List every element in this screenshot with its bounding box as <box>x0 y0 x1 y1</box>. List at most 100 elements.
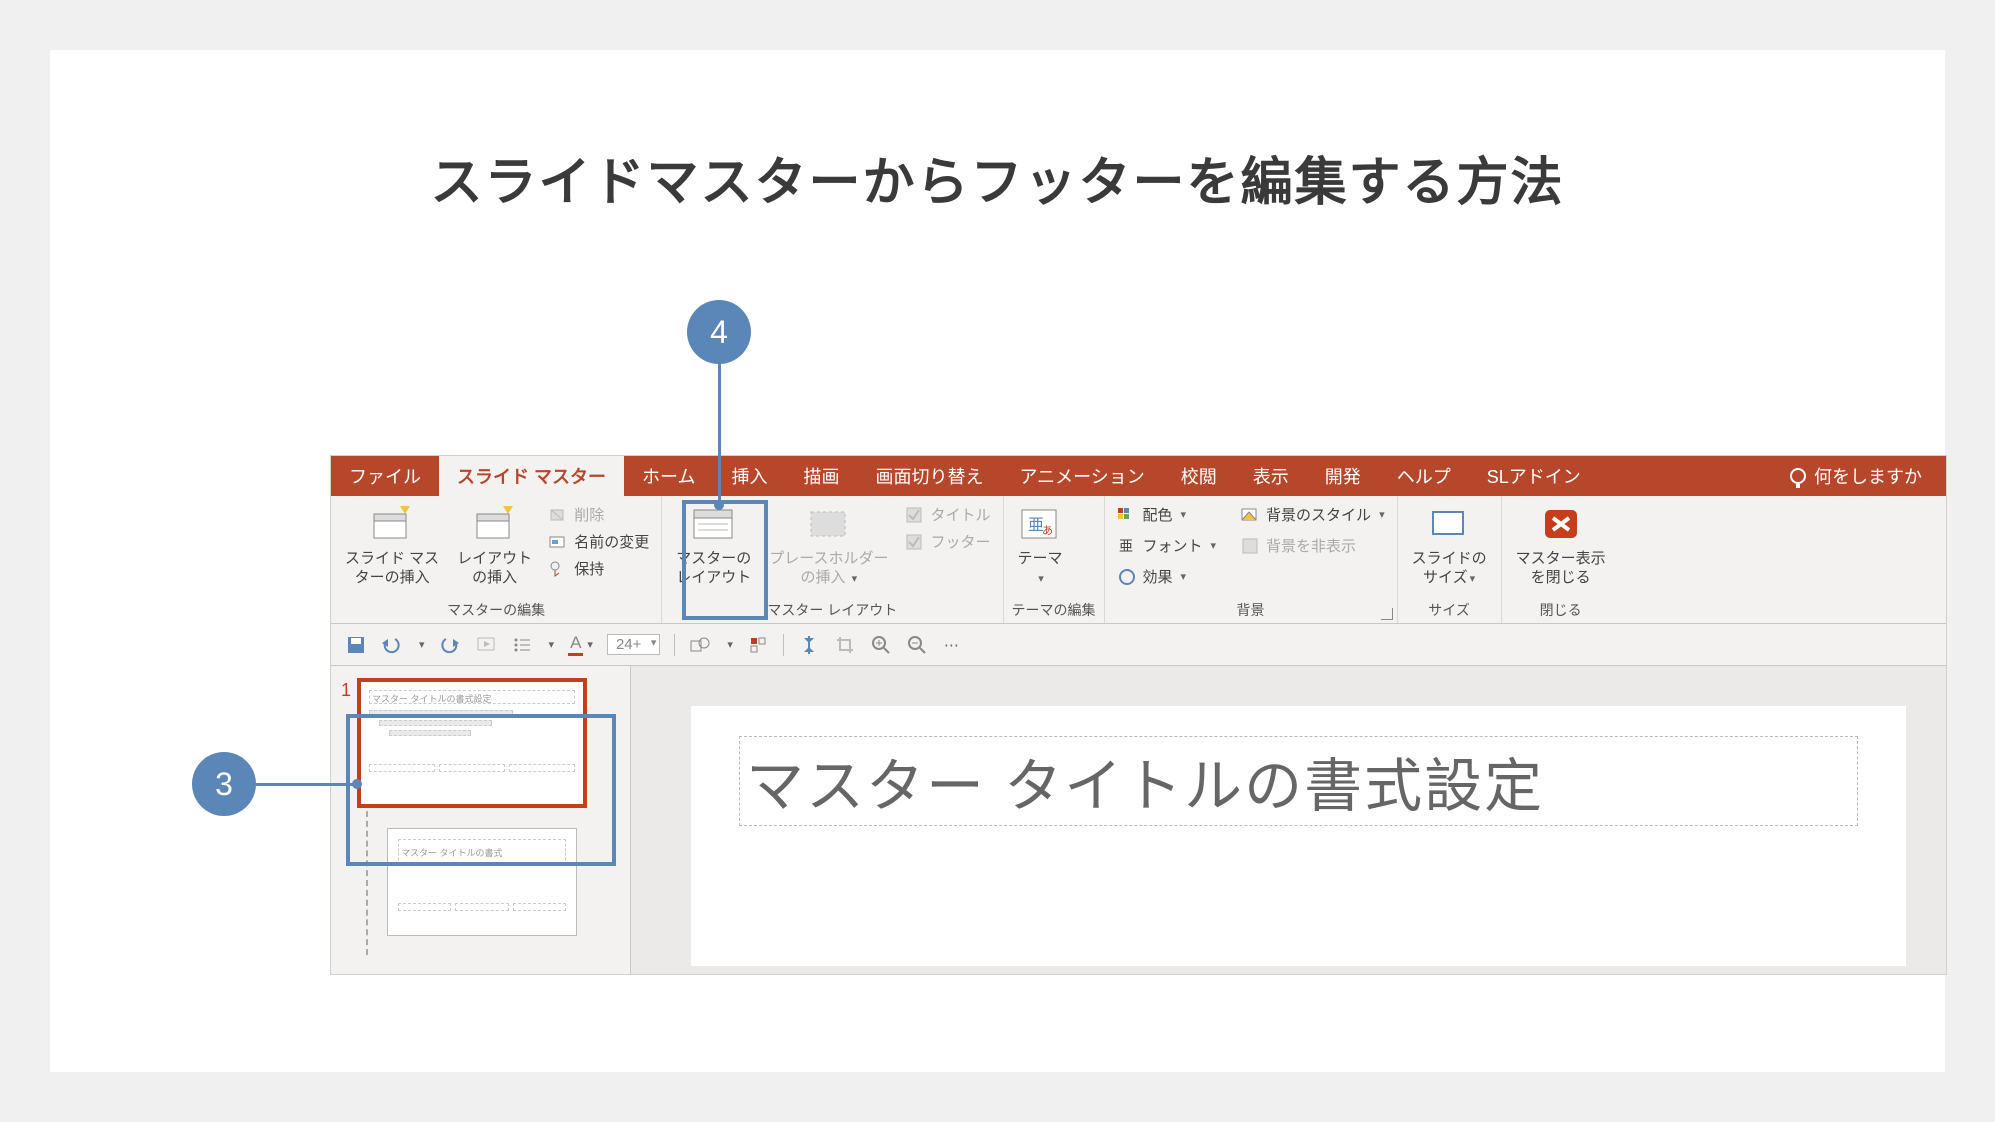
theme-button[interactable]: 亜あ テーマ▾ <box>1012 500 1069 590</box>
tab-help[interactable]: ヘルプ <box>1379 456 1469 496</box>
group-edit-theme-label: テーマの編集 <box>1012 598 1096 623</box>
tab-home[interactable]: ホーム <box>624 456 713 496</box>
fonts-label: フォント <box>1143 535 1203 556</box>
bg-styles-label: 背景のスタイル <box>1266 504 1371 525</box>
start-slideshow-icon <box>475 634 497 656</box>
section-icon[interactable] <box>747 634 769 656</box>
undo-icon[interactable] <box>381 634 403 656</box>
thumbnail-pane[interactable]: 1 マスター タイトルの書式設定 マスター タイトルの書 <box>331 666 631 974</box>
placeholder-icon <box>807 502 851 546</box>
theme-icon: 亜あ <box>1018 502 1062 546</box>
tab-sl-addin[interactable]: SLアドイン <box>1469 456 1599 496</box>
colors-button[interactable]: 配色▾ <box>1113 502 1221 527</box>
delete-button: 削除 <box>544 502 653 527</box>
group-master-layout-label: マスター レイアウト <box>670 598 994 623</box>
slide-editor[interactable]: マスター タイトルの書式設定 <box>631 666 1946 974</box>
master-number: 1 <box>341 678 351 808</box>
master-layout-icon <box>692 502 736 546</box>
tab-draw[interactable]: 描画 <box>785 456 857 496</box>
qat-overflow-icon[interactable]: ⋯ <box>944 636 959 654</box>
bg-styles-icon <box>1240 505 1260 525</box>
undo-chevron-icon[interactable]: ▾ <box>419 638 425 651</box>
slide-master-icon <box>370 502 414 546</box>
tell-me-search[interactable]: 何をしますか <box>1766 456 1946 496</box>
insert-placeholder-label: プレースホルダー の挿入 ▾ <box>769 550 888 588</box>
slide-canvas[interactable]: マスター タイトルの書式設定 <box>691 706 1906 966</box>
bullets-chevron-icon[interactable]: ▾ <box>549 638 555 651</box>
powerpoint-window: ファイル スライド マスター ホーム 挿入 描画 画面切り替え アニメーション … <box>330 455 1947 975</box>
bullets-icon[interactable] <box>511 634 533 656</box>
layout-mini-title: マスター タイトルの書式 <box>398 839 566 865</box>
group-master-layout: マスターの レイアウト プレースホルダー の挿入 ▾ タイ <box>662 496 1003 623</box>
group-close: マスター表示 を閉じる 閉じる <box>1502 496 1620 623</box>
callout-3: 3 <box>192 752 256 816</box>
page-heading: スライドマスターからフッターを編集する方法 <box>430 140 1564 215</box>
font-size-combo[interactable]: 24+ <box>607 634 660 655</box>
qat-divider <box>674 634 675 656</box>
tab-file[interactable]: ファイル <box>331 456 439 496</box>
slide-title-placeholder[interactable]: マスター タイトルの書式設定 <box>739 736 1858 826</box>
effects-button[interactable]: 効果▾ <box>1113 564 1221 589</box>
group-edit-theme: 亜あ テーマ▾ テーマの編集 <box>1004 496 1105 623</box>
preserve-button[interactable]: 保持 <box>544 556 653 581</box>
tab-insert[interactable]: 挿入 <box>713 456 785 496</box>
zoom-out-icon[interactable] <box>906 634 928 656</box>
slide-size-button[interactable]: スライドの サイズ▾ <box>1406 500 1493 590</box>
checkbox-icon <box>1240 536 1260 556</box>
close-icon <box>1539 502 1583 546</box>
shapes-chevron-icon[interactable]: ▾ <box>727 638 733 651</box>
slide-size-label: スライドの サイズ▾ <box>1412 550 1487 588</box>
insert-slide-master-label: スライド マス ターの挿入 <box>345 550 439 588</box>
layout-thumbnail[interactable]: マスター タイトルの書式 <box>387 828 577 936</box>
zoom-in-icon[interactable] <box>870 634 892 656</box>
rename-icon <box>548 532 568 552</box>
delete-icon <box>548 505 568 525</box>
ribbon: スライド マス ターの挿入 レイアウト の挿入 削除 <box>331 496 1946 624</box>
master-thumbnail-slide: マスター タイトルの書式設定 <box>357 678 587 808</box>
font-color-button[interactable]: A▾ <box>568 633 593 656</box>
tab-animations[interactable]: アニメーション <box>1001 456 1162 496</box>
delete-label: 削除 <box>574 504 604 525</box>
title-checkbox-label: タイトル <box>930 504 990 525</box>
tab-review[interactable]: 校閲 <box>1163 456 1235 496</box>
effects-icon <box>1117 567 1137 587</box>
tab-view[interactable]: 表示 <box>1235 456 1307 496</box>
save-icon[interactable] <box>345 634 367 656</box>
tab-transitions[interactable]: 画面切り替え <box>857 456 1001 496</box>
quick-access-toolbar: ▾ ▾ A▾ 24+ ▾ <box>331 624 1946 666</box>
mini-title: マスター タイトルの書式設定 <box>369 690 575 704</box>
fonts-button[interactable]: 亜 フォント▾ <box>1113 533 1221 558</box>
redo-icon[interactable] <box>439 634 461 656</box>
insert-slide-master-button[interactable]: スライド マス ターの挿入 <box>339 500 445 590</box>
tab-slide-master[interactable]: スライド マスター <box>439 456 624 496</box>
close-master-view-button[interactable]: マスター表示 を閉じる <box>1510 500 1612 590</box>
background-dialog-launcher[interactable] <box>1381 608 1393 620</box>
svg-text:あ: あ <box>1042 524 1053 537</box>
master-layout-button[interactable]: マスターの レイアウト <box>670 500 757 590</box>
tab-developer[interactable]: 開発 <box>1307 456 1379 496</box>
align-icon[interactable] <box>798 634 820 656</box>
insert-layout-label: レイアウト の挿入 <box>457 550 532 588</box>
callout-3-leader <box>256 783 356 786</box>
rename-label: 名前の変更 <box>574 531 649 552</box>
master-layout-label: マスターの レイアウト <box>676 550 751 588</box>
hide-bg-checkbox: 背景を非表示 <box>1236 533 1389 558</box>
master-thumbnail[interactable]: 1 マスター タイトルの書式設定 <box>341 678 587 808</box>
tell-me-label: 何をしますか <box>1814 463 1922 489</box>
hide-bg-label: 背景を非表示 <box>1266 535 1356 556</box>
rename-button[interactable]: 名前の変更 <box>544 529 653 554</box>
group-edit-master: スライド マス ターの挿入 レイアウト の挿入 削除 <box>331 496 662 623</box>
bg-styles-button[interactable]: 背景のスタイル▾ <box>1236 502 1389 527</box>
preserve-label: 保持 <box>574 558 604 579</box>
svg-text:亜: 亜 <box>1119 538 1133 554</box>
effects-label: 効果 <box>1143 566 1173 587</box>
insert-layout-button[interactable]: レイアウト の挿入 <box>451 500 538 590</box>
shapes-icon[interactable] <box>689 634 711 656</box>
group-size: スライドの サイズ▾ サイズ <box>1398 496 1502 623</box>
callout-4-leader <box>718 364 721 504</box>
group-size-label: サイズ <box>1406 598 1493 623</box>
crop-icon <box>834 634 856 656</box>
layout-icon <box>473 502 517 546</box>
colors-icon <box>1117 505 1137 525</box>
close-master-view-label: マスター表示 を閉じる <box>1516 550 1606 588</box>
